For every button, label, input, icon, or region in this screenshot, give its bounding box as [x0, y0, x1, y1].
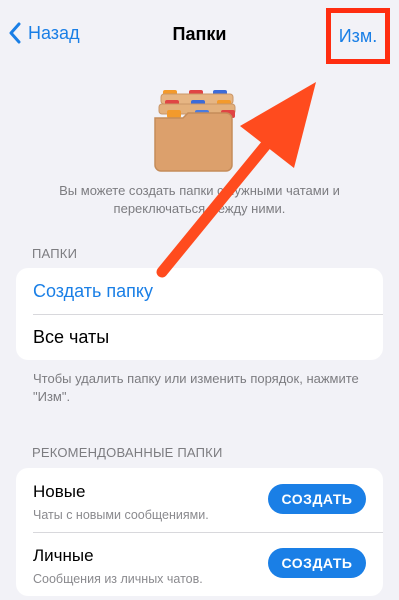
folders-section-header: ПАПКИ [32, 246, 78, 261]
navigation-bar: Назад Папки Изм. [0, 0, 399, 72]
recommended-item: Новые Чаты с новыми сообщениями. СОЗДАТЬ [16, 468, 383, 532]
recommended-section-header: РЕКОМЕНДОВАННЫЕ ПАПКИ [32, 445, 223, 460]
recommended-item-subtitle: Сообщения из личных чатов. [33, 572, 203, 586]
folders-card: Создать папку Все чаты [16, 268, 383, 360]
folders-illustration-icon [154, 90, 236, 172]
recommended-item-title: Новые [33, 482, 86, 501]
edit-button[interactable]: Изм. [339, 26, 378, 47]
recommended-card: Новые Чаты с новыми сообщениями. СОЗДАТЬ… [16, 468, 383, 596]
recommended-item-title: Личные [33, 546, 94, 565]
folders-footer-note: Чтобы удалить папку или изменить порядок… [33, 371, 359, 404]
intro-text: Вы можете создать папки с нужными чатами… [59, 183, 340, 216]
edit-highlight-box: Изм. [326, 8, 390, 64]
all-chats-item[interactable]: Все чаты [16, 314, 383, 360]
create-personal-folder-button[interactable]: СОЗДАТЬ [268, 548, 366, 578]
create-folder-button[interactable]: Создать папку [16, 268, 383, 314]
recommended-item-subtitle: Чаты с новыми сообщениями. [33, 508, 209, 522]
create-new-folder-button[interactable]: СОЗДАТЬ [268, 484, 366, 514]
recommended-item: Личные Сообщения из личных чатов. СОЗДАТ… [16, 532, 383, 596]
